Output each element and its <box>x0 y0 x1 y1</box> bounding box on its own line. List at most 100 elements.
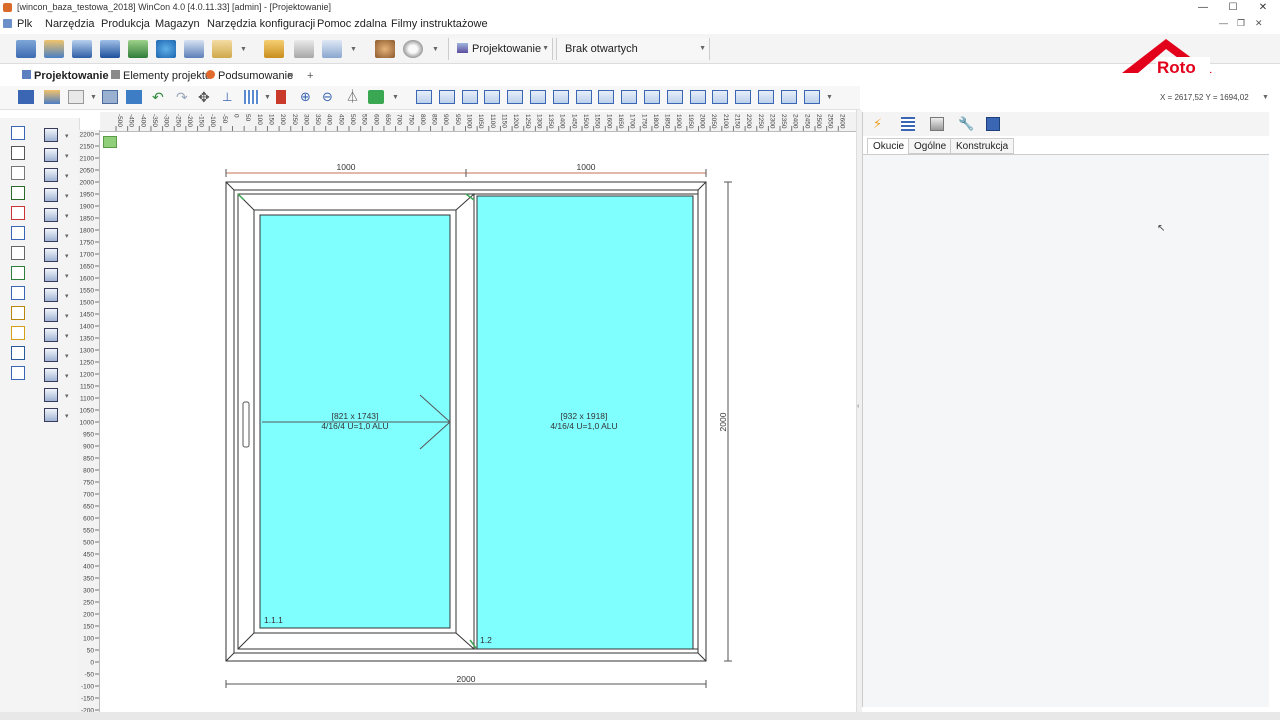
tab-projektowanie[interactable]: Projektowanie <box>22 68 109 84</box>
chevron-down-icon[interactable]: ▾ <box>65 292 69 300</box>
window-shape-icon[interactable] <box>621 90 638 104</box>
window-shape-icon[interactable] <box>416 90 432 104</box>
mirror-icon[interactable]: ⏃ <box>346 90 362 104</box>
window-shape-icon[interactable] <box>803 90 820 104</box>
profile-tool-icon[interactable] <box>44 308 58 322</box>
profile-tool-icon[interactable] <box>44 388 58 402</box>
chevron-down-icon[interactable]: ▾ <box>65 372 69 380</box>
window-shape-icon[interactable] <box>644 90 660 104</box>
chevron-down-icon[interactable]: ▾ <box>65 252 69 260</box>
profile-tool-icon[interactable] <box>44 168 58 182</box>
window-shape-icon[interactable] <box>689 90 706 104</box>
orders-icon[interactable] <box>100 40 120 58</box>
drawing-tool-icon[interactable] <box>11 286 25 300</box>
drawing-tool-icon[interactable] <box>11 146 25 160</box>
drawing-tool-icon[interactable] <box>11 266 25 280</box>
drawing-tool-icon[interactable] <box>11 306 25 320</box>
chevron-down-icon[interactable]: ▾ <box>65 132 69 140</box>
chevron-down-icon[interactable]: ▾ <box>65 272 69 280</box>
export-icon[interactable] <box>322 40 342 58</box>
tab-konstrukcja[interactable]: Konstrukcja <box>950 138 1015 154</box>
chevron-down-icon[interactable]: ▾ <box>65 172 69 180</box>
profile-tool-icon[interactable] <box>44 208 58 222</box>
color-icon[interactable] <box>368 90 384 104</box>
menu-narzedzia-konfiguracji[interactable]: Narzędzia konfiguracji <box>207 18 315 30</box>
maximize-button[interactable]: ☐ <box>1220 0 1246 15</box>
layers-icon[interactable] <box>986 117 1000 131</box>
chevron-down-icon[interactable]: ▾ <box>65 392 69 400</box>
window-shape-icon[interactable] <box>666 90 683 104</box>
align-icon[interactable]: ⊥ <box>222 90 238 104</box>
new-project-icon[interactable] <box>44 40 64 58</box>
documents-icon[interactable] <box>264 40 284 58</box>
chevron-down-icon[interactable]: ▾ <box>65 232 69 240</box>
catalog-icon[interactable] <box>72 40 92 58</box>
profile-tool-icon[interactable] <box>44 268 58 282</box>
add-tab-button[interactable]: + <box>307 68 313 84</box>
chevron-down-icon[interactable]: ▾ <box>65 152 69 160</box>
window-shape-icon[interactable] <box>575 90 592 104</box>
profile-tool-icon[interactable] <box>44 188 58 202</box>
tab-okucie[interactable]: Okucie <box>867 138 911 154</box>
grid-icon[interactable] <box>244 90 260 104</box>
copy-icon[interactable] <box>44 90 60 104</box>
profile-tool-icon[interactable] <box>44 248 58 262</box>
drawing-tool-icon[interactable] <box>11 366 25 380</box>
window-shape-icon[interactable] <box>758 90 774 104</box>
chevron-down-icon[interactable]: ▾ <box>65 192 69 200</box>
menu-filmy-instruktazowe[interactable]: Filmy instruktażowe <box>391 18 488 30</box>
zoom-out-icon[interactable]: ⊖ <box>322 90 338 104</box>
window-shape-icon[interactable] <box>552 90 569 104</box>
drawing-tool-icon[interactable] <box>11 326 25 340</box>
chevron-down-icon[interactable]: ▼ <box>90 94 97 101</box>
window-shape-icon[interactable] <box>438 90 455 104</box>
projektowanie-button[interactable]: Projektowanie ▼ <box>448 38 553 60</box>
profile-tool-icon[interactable] <box>44 408 58 422</box>
mdi-minimize-button[interactable]: — <box>1219 18 1228 28</box>
tab-close-button[interactable]: × <box>287 68 293 84</box>
zoom-in-icon[interactable]: ⊕ <box>300 90 316 104</box>
window-shape-icon[interactable] <box>507 90 524 104</box>
settings-gear-icon[interactable] <box>403 40 423 58</box>
profile-tool-icon[interactable] <box>44 228 58 242</box>
drawing-tool-icon[interactable] <box>11 226 25 240</box>
drawing-tool-icon[interactable] <box>11 186 25 200</box>
window-shape-icon[interactable] <box>780 90 797 104</box>
production-icon[interactable] <box>128 40 148 58</box>
tree-list-icon[interactable] <box>901 117 915 131</box>
menu-plik[interactable]: Plk <box>17 18 32 30</box>
box-icon[interactable] <box>930 117 944 131</box>
close-button[interactable]: ✕ <box>1250 0 1276 15</box>
menu-produkcja[interactable]: Produkcja <box>101 18 150 30</box>
drawing-tool-icon[interactable] <box>11 206 25 220</box>
profile-tool-icon[interactable] <box>44 328 58 342</box>
refresh-icon[interactable] <box>156 40 176 58</box>
window-shape-icon[interactable] <box>530 90 546 104</box>
move-icon[interactable]: ✥ <box>198 90 214 104</box>
drawing-tool-icon[interactable] <box>11 246 25 260</box>
window-shape-icon[interactable] <box>461 90 478 104</box>
chevron-down-icon[interactable]: ▾ <box>65 332 69 340</box>
folder-icon[interactable] <box>212 40 232 58</box>
design-canvas[interactable]: 1000 1000 2000 2000 [821 x 1743] 4/16/4 … <box>100 132 856 712</box>
mdi-restore-button[interactable]: ❐ <box>1237 18 1245 29</box>
profile-tool-icon[interactable] <box>44 288 58 302</box>
profile-tool-icon[interactable] <box>44 368 58 382</box>
tab-elementy-projektu[interactable]: Elementy projektu <box>111 68 211 84</box>
chevron-down-icon[interactable]: ▼ <box>826 94 833 101</box>
chevron-down-icon[interactable]: ▼ <box>350 46 357 53</box>
print-preview-icon[interactable] <box>102 90 118 104</box>
save-icon[interactable] <box>18 90 34 104</box>
drawing-tool-icon[interactable] <box>11 346 25 360</box>
open-project-icon[interactable] <box>16 40 36 58</box>
print-icon[interactable] <box>294 40 314 58</box>
chevron-down-icon[interactable]: ▼ <box>1262 94 1269 101</box>
menu-magazyn[interactable]: Magazyn <box>155 18 200 30</box>
warehouse-icon[interactable] <box>184 40 204 58</box>
chevron-down-icon[interactable]: ▾ <box>65 312 69 320</box>
window-shape-icon[interactable] <box>712 90 729 104</box>
mdi-close-button[interactable]: ✕ <box>1255 18 1263 29</box>
redo-icon[interactable]: ↷ <box>176 90 192 104</box>
paste-icon[interactable] <box>68 90 84 104</box>
drawing-tool-icon[interactable] <box>11 126 25 140</box>
